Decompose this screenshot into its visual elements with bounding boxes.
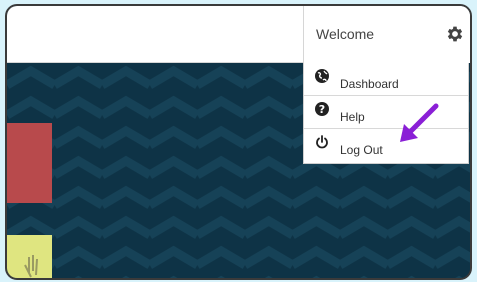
thumbnail-red[interactable] [7,123,52,203]
globe-icon [315,69,329,83]
gear-icon[interactable] [445,24,465,44]
welcome-label: Welcome [316,26,375,42]
menu-item-label: Help [340,110,365,124]
thumbnail-yellow[interactable] [7,235,52,278]
menu-item-dashboard[interactable]: Dashboard [304,63,468,96]
app-window: Welcome Dashboard ? Help Log Out [5,4,472,280]
question-icon: ? [315,102,329,116]
svg-text:?: ? [319,103,325,116]
menu-item-label: Log Out [340,143,383,157]
menu-item-label: Dashboard [340,77,399,91]
annotation-arrow-icon [400,103,439,142]
user-menu-header[interactable]: Welcome [303,6,470,63]
power-icon [316,135,328,149]
user-dropdown-menu: Dashboard ? Help Log Out [303,63,469,164]
